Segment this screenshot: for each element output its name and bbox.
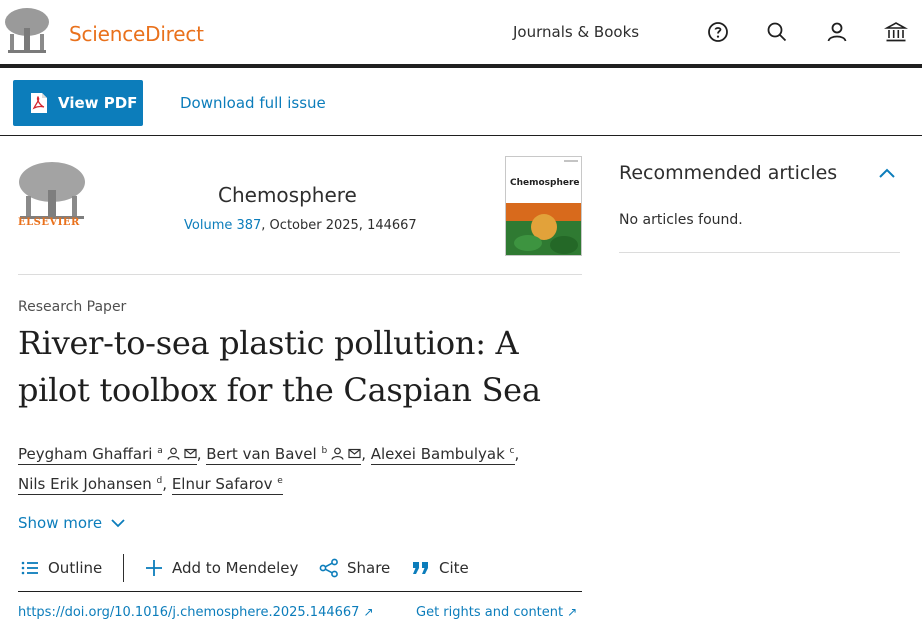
email-icon [184,448,197,459]
author-link[interactable]: Elnur Safarov e [171,475,283,495]
author-link[interactable]: Peygham Ghaffari a [18,445,197,465]
article-type-label: Research Paper [18,299,127,315]
get-rights-link[interactable]: Get rights and content ↗ [416,605,577,620]
outline-button[interactable]: Outline [20,558,102,578]
show-more-button[interactable]: Show more [18,514,126,532]
show-more-label: Show more [18,514,103,532]
add-to-mendeley-button[interactable]: Add to Mendeley [144,558,298,578]
affiliation-marker: e [277,476,283,486]
recommended-empty-text: No articles found. [619,212,743,228]
plus-icon [146,560,162,576]
article-toolbar: View PDF Download full issue [0,68,922,136]
elsevier-tree-logo[interactable] [2,6,52,56]
view-pdf-label: View PDF [58,94,138,112]
pdf-icon [31,93,47,113]
cover-header-mark [564,160,578,162]
institution-icon[interactable] [883,20,909,44]
author-link[interactable]: Alexei Bambulyak c [370,445,515,465]
author-name: Peygham Ghaffari [18,445,153,463]
cover-journal-title: Chemosphere [510,178,580,188]
author-name: Alexei Bambulyak [370,445,505,463]
chevron-up-icon[interactable] [876,164,898,182]
author-name: Nils Erik Johansen [18,475,152,493]
author-link[interactable]: Nils Erik Johansen d [18,475,163,495]
outline-label: Outline [48,559,103,577]
list-icon [21,561,38,575]
quote-icon [413,562,428,574]
sciencedirect-logo[interactable]: ScienceDirect [69,22,204,46]
user-icon[interactable] [825,20,849,44]
chevron-down-icon [111,519,125,528]
get-rights-text: Get rights and content [416,605,564,620]
issue-date-pages: , October 2025, 144667 [261,218,417,233]
journal-issue-info: Volume 387, October 2025, 144667 [184,218,417,233]
external-link-icon: ↗ [363,605,374,619]
volume-link[interactable]: Volume 387 [184,218,261,233]
article-actions-bar: Outline Add to Mendeley Share Cite [18,552,582,592]
search-icon[interactable] [765,20,789,44]
journal-title[interactable]: Chemosphere [218,183,357,207]
cover-photo [506,203,581,255]
author-name: Elnur Safarov [171,475,273,493]
elsevier-wordmark: ELSEVIER [18,217,80,228]
author-name: Bert van Bavel [206,445,317,463]
affiliation-marker: c [509,446,515,456]
email-icon [348,448,361,459]
add-to-mendeley-label: Add to Mendeley [172,559,299,577]
doi-link[interactable]: https://doi.org/10.1016/j.chemosphere.20… [18,605,374,620]
journal-cover-image[interactable]: Chemosphere [505,156,582,256]
recommended-articles-heading: Recommended articles [619,162,838,184]
affiliation-marker: b [321,446,328,456]
share-label: Share [347,559,391,577]
download-full-issue-link[interactable]: Download full issue [180,94,326,112]
doi-text: https://doi.org/10.1016/j.chemosphere.20… [18,605,360,620]
journal-divider [18,274,582,275]
external-link-icon: ↗ [567,605,578,619]
recommended-divider [619,252,900,253]
author-link[interactable]: Bert van Bavel b [206,445,362,465]
journals-books-link[interactable]: Journals & Books [513,23,639,41]
article-title: River-to-sea plastic pollution: A pilot … [18,324,541,409]
person-icon [331,447,344,460]
top-header: ScienceDirect Journals & Books [0,0,922,64]
affiliation-marker: d [156,476,163,486]
help-icon[interactable] [706,20,730,44]
actions-separator [123,554,124,582]
cite-label: Cite [439,559,469,577]
cite-button[interactable]: Cite [411,558,469,578]
share-button[interactable]: Share [319,558,390,578]
author-list: Peygham Ghaffari a, Bert van Bavel b, Al… [18,445,520,495]
affiliation-marker: a [157,446,163,456]
view-pdf-button[interactable]: View PDF [13,80,143,126]
share-icon [319,558,338,578]
person-icon [167,447,180,460]
